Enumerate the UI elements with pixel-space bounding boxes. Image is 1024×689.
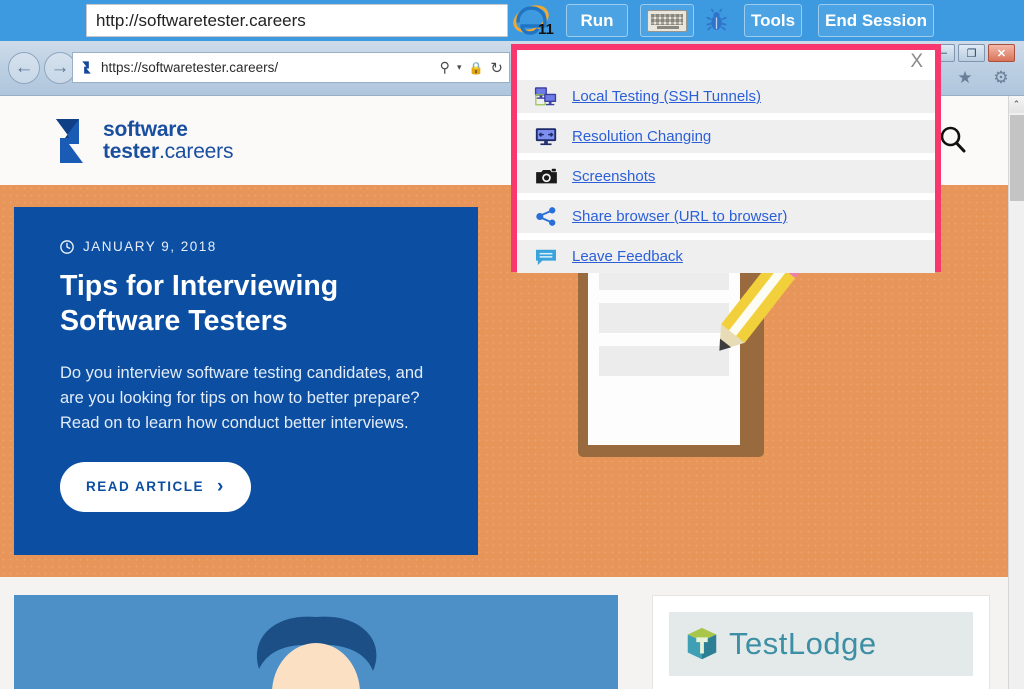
tools-button[interactable]: Tools (744, 4, 802, 37)
logo-line-2-rest: .careers (159, 140, 234, 163)
screen: 11 Run Tools End Session ← → (0, 0, 1024, 689)
address-text: https://softwaretester.careers/ (101, 60, 279, 75)
chevron-down-icon[interactable]: ▾ (457, 62, 462, 73)
tools-popup-menu: X Local Testing (SSH Tunnels) Resolution… (511, 44, 941, 273)
featured-article-card[interactable]: JANUARY 9, 2018 Tips for Interviewing So… (14, 207, 478, 555)
bug-icon (705, 8, 727, 31)
search-icon (940, 126, 966, 153)
menu-item-resolution-changing[interactable]: Resolution Changing (517, 120, 935, 153)
scrollbar-thumb[interactable] (1010, 115, 1024, 201)
testlodge-logo-text: TestLodge (729, 626, 877, 661)
menu-item-leave-feedback[interactable]: Leave Feedback (517, 240, 935, 273)
keyboard-button[interactable] (640, 4, 694, 37)
page-scrollbar[interactable]: ⌃ (1008, 96, 1024, 689)
camera-icon (533, 166, 559, 188)
ie11-logo-icon: 11 (512, 3, 556, 38)
lower-cards-section: TestLodge (0, 577, 1008, 689)
menu-item-label: Screenshots (572, 168, 656, 185)
two-monitors-icon (533, 86, 559, 108)
run-button[interactable]: Run (566, 4, 628, 37)
share-nodes-icon (533, 206, 559, 228)
menu-item-label: Leave Feedback (572, 248, 683, 265)
address-search-icon[interactable]: ⚲ (440, 59, 450, 76)
popup-close-button[interactable]: X (910, 51, 923, 73)
restore-button[interactable]: ❐ (958, 44, 985, 62)
site-search-button[interactable] (936, 123, 970, 157)
navigation-arrows: ← → (8, 52, 76, 84)
settings-gear-icon[interactable]: ⚙ (990, 67, 1012, 89)
close-window-button[interactable]: ✕ (988, 44, 1015, 62)
keyboard-icon (647, 9, 687, 32)
address-bar[interactable]: https://softwaretester.careers/ ⚲ ▾ 🔒 ↻ (72, 52, 510, 83)
article-title: Tips for Interviewing Software Testers (60, 270, 339, 337)
article-date-row: JANUARY 9, 2018 (60, 239, 440, 254)
cartoon-character (256, 616, 377, 689)
logo-line-1: software (103, 118, 188, 142)
scroll-up-button[interactable]: ⌃ (1009, 96, 1024, 113)
read-article-label: READ ARTICLE (86, 479, 204, 495)
window-controls: — ❐ ✕ (928, 44, 1015, 62)
article-excerpt: Do you interview software testing candid… (60, 363, 424, 432)
end-session-button[interactable]: End Session (818, 4, 934, 37)
clock-icon (60, 239, 74, 254)
menu-item-label: Local Testing (SSH Tunnels) (572, 88, 761, 105)
lock-icon: 🔒 (468, 60, 484, 75)
testlodge-icon (687, 627, 717, 660)
site-logo[interactable]: software tester.careers (45, 116, 233, 166)
session-toolbar: 11 Run Tools End Session (0, 0, 1024, 41)
session-url-input[interactable] (86, 4, 508, 37)
ie-version-badge: 11 (538, 21, 554, 38)
back-button[interactable]: ← (8, 52, 40, 84)
logo-line-2-bold: tester (103, 140, 159, 163)
favorites-icon[interactable]: ★ (954, 67, 976, 89)
testlodge-card[interactable]: TestLodge (652, 595, 990, 689)
cartoon-card[interactable] (14, 595, 618, 689)
menu-item-local-testing[interactable]: Local Testing (SSH Tunnels) (517, 80, 935, 113)
bug-report-button[interactable] (699, 4, 733, 37)
refresh-icon[interactable]: ↻ (490, 59, 503, 77)
article-date: JANUARY 9, 2018 (83, 239, 217, 254)
read-article-button[interactable]: READ ARTICLE › (60, 461, 251, 512)
s-logo-mark (56, 119, 83, 163)
chevron-right-icon: › (217, 475, 225, 497)
speech-bubble-icon (533, 246, 559, 268)
menu-item-label: Resolution Changing (572, 128, 712, 145)
site-favicon (82, 61, 91, 74)
menu-item-share-browser[interactable]: Share browser (URL to browser) (517, 200, 935, 233)
menu-item-label: Share browser (URL to browser) (572, 208, 788, 225)
menu-item-screenshots[interactable]: Screenshots (517, 160, 935, 193)
monitor-resize-icon (533, 126, 559, 148)
